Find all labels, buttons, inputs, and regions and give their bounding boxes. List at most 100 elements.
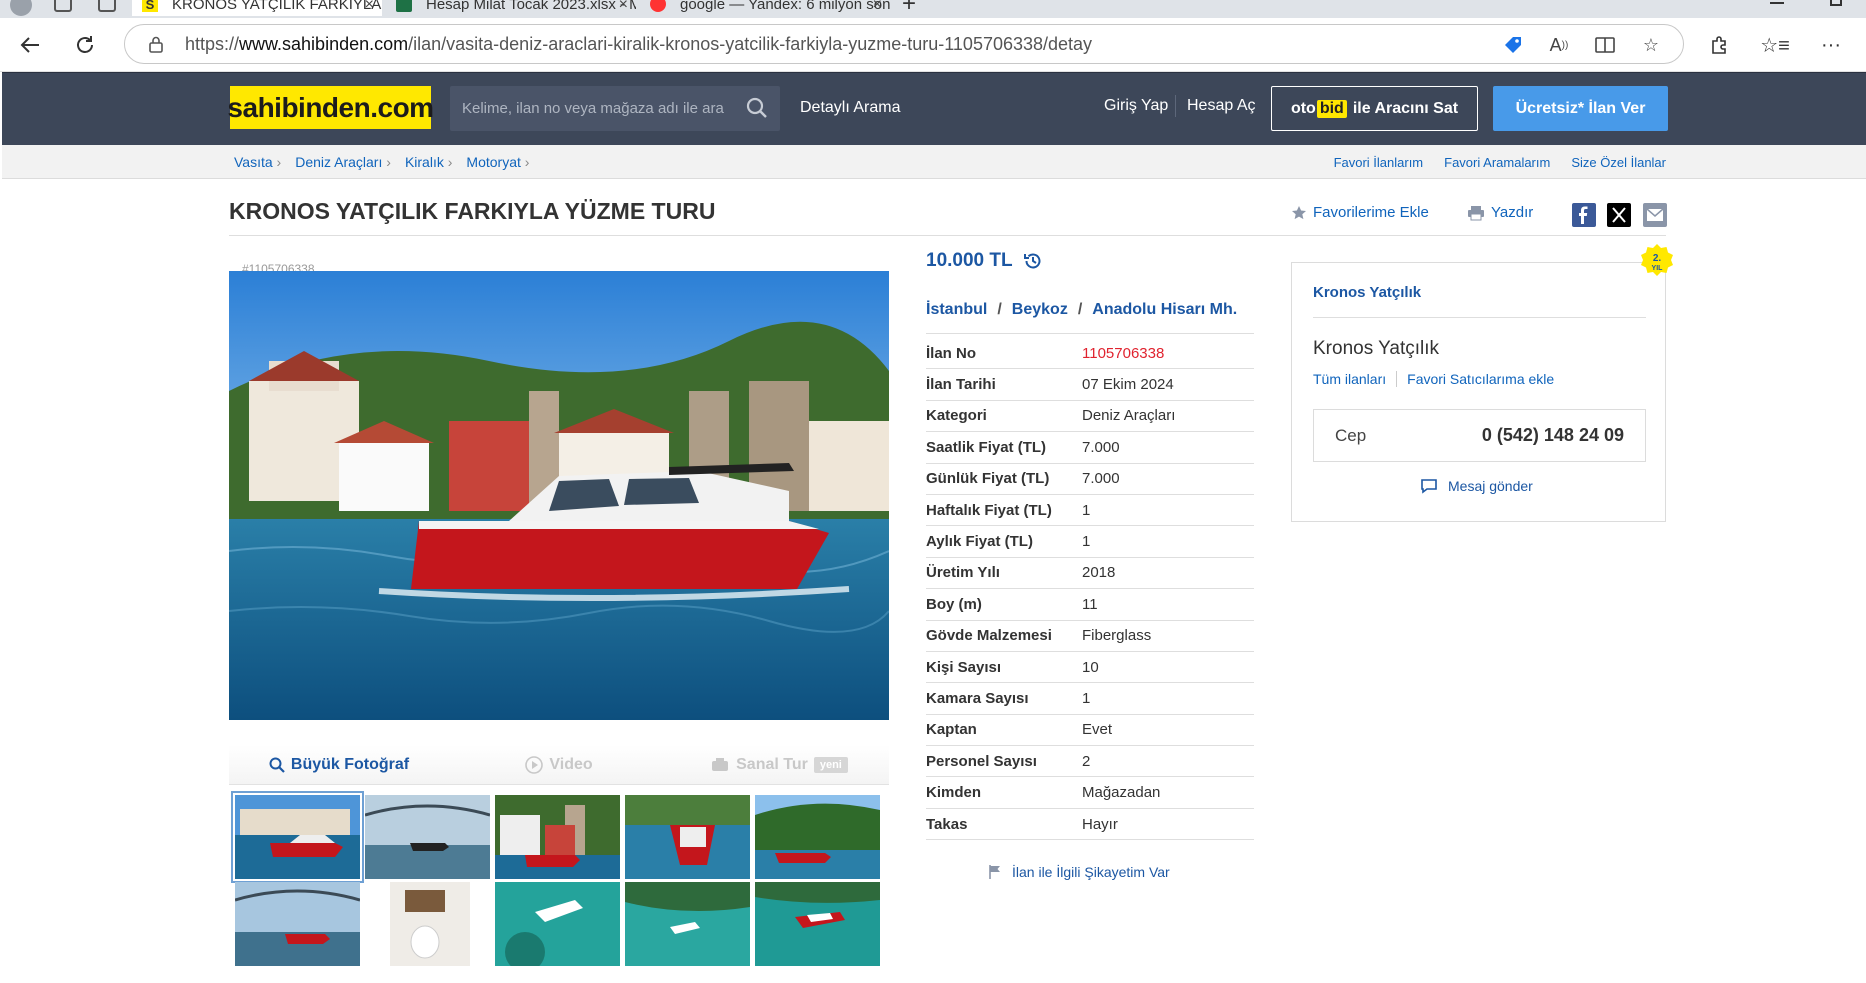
virtual-tour-label: Sanal Tur <box>736 755 808 773</box>
thumbnail[interactable] <box>495 795 620 879</box>
big-photo-tab[interactable]: Büyük Fotoğraf <box>229 745 449 784</box>
login-link[interactable]: Giriş Yap <box>1104 97 1168 115</box>
thumbnail[interactable] <box>625 795 750 879</box>
spec-row: Haftalık Fiyat (TL) 1 <box>926 495 1254 527</box>
report-ad-link[interactable]: İlan ile İlgili Şikayetim Var <box>988 864 1170 880</box>
spec-value: Mağazadan <box>1082 784 1161 802</box>
membership-year-badge: 2. YIL <box>1638 243 1676 281</box>
seller-box: Kronos Yatçılık Kronos Yatçılık Tüm ilan… <box>1291 262 1666 522</box>
location-city[interactable]: İstanbul <box>926 301 987 319</box>
post-free-ad-button[interactable]: Ücretsiz* İlan Ver <box>1493 86 1668 131</box>
favorites-list-icon[interactable]: ☆≡ <box>1760 30 1790 60</box>
favorite-searches-link[interactable]: Favori Aramalarım <box>1423 155 1550 170</box>
report-ad-label: İlan ile İlgili Şikayetim Var <box>1012 864 1170 880</box>
big-photo-label: Büyük Fotoğraf <box>290 755 410 773</box>
all-ads-link[interactable]: Tüm ilanları <box>1313 371 1386 387</box>
close-tab-icon[interactable]: × <box>873 0 882 14</box>
breadcrumb-vasita[interactable]: Vasıta <box>234 154 281 170</box>
excel-favicon <box>396 0 412 12</box>
favorite-links: Favori İlanlarım Favori Aramalarım Size … <box>1313 155 1666 170</box>
send-message-link[interactable]: Mesaj gönder <box>1420 478 1533 494</box>
new-tab-icon[interactable]: + <box>902 0 916 18</box>
spec-key: Kamara Sayısı <box>926 689 1029 707</box>
search-icon[interactable] <box>746 97 768 119</box>
breadcrumb-kiralik[interactable]: Kiralık <box>405 154 452 170</box>
tab-excel[interactable]: Hesap Milat Tocak 2023.xlsx - Mic × <box>386 0 636 16</box>
browser-tab-strip: S KRONOS YATÇILIK FARKIYLA YÜZME TURU × … <box>0 0 1866 18</box>
thumbnail[interactable] <box>235 882 360 966</box>
thumbnail[interactable] <box>755 882 880 966</box>
restore-icon[interactable] <box>1830 0 1842 6</box>
print-label: Yazdır <box>1491 204 1534 221</box>
refresh-icon[interactable] <box>70 30 100 60</box>
title-divider <box>229 235 1666 236</box>
lock-icon[interactable] <box>147 35 165 53</box>
email-share-icon[interactable] <box>1643 203 1667 227</box>
price-value: 10.000 TL <box>926 250 1013 271</box>
video-tab[interactable]: Video <box>449 745 669 784</box>
search-input[interactable] <box>450 86 740 131</box>
sahibinden-logo[interactable]: sahibinden.com <box>227 86 434 129</box>
profile-icon[interactable] <box>10 0 32 16</box>
spec-value: Hayır <box>1082 815 1118 833</box>
shop-name-link[interactable]: Kronos Yatçılık <box>1313 284 1421 301</box>
back-arrow-icon[interactable] <box>15 30 45 60</box>
more-menu-icon[interactable]: ··· <box>1816 30 1846 60</box>
detailed-search-link[interactable]: Detaylı Arama <box>800 99 900 117</box>
location-neighborhood[interactable]: Anadolu Hisarı Mh. <box>1092 301 1237 319</box>
extensions-icon[interactable] <box>1704 30 1734 60</box>
tab-kronos[interactable]: S KRONOS YATÇILIK FARKIYLA YÜZME TURU × <box>132 0 382 16</box>
main-photo[interactable] <box>229 271 889 720</box>
spec-value: 1 <box>1082 533 1091 551</box>
tab-yandex[interactable]: google — Yandex: 6 milyon sonuç × <box>640 0 890 16</box>
favorite-ads-link[interactable]: Favori İlanlarım <box>1313 155 1424 170</box>
breadcrumb-motoryat[interactable]: Motoryat <box>466 154 529 170</box>
virtual-tour-tab[interactable]: Sanal Tur yeni <box>669 745 889 784</box>
add-favorite-button[interactable]: Favorilerime Ekle <box>1291 204 1429 221</box>
immersive-reader-icon[interactable] <box>1593 33 1617 57</box>
tab-label: Hesap Milat Tocak 2023.xlsx - Mic <box>426 0 636 13</box>
search-box <box>450 86 780 131</box>
spec-row: Gövde Malzemesi Fiberglass <box>926 621 1254 652</box>
thumbnail-grid <box>229 786 889 983</box>
star-icon <box>1292 205 1306 219</box>
thumbnail[interactable] <box>625 882 750 966</box>
spec-row: Günlük Fiyat (TL) 7.000 <box>926 464 1254 495</box>
thumbnail[interactable] <box>231 791 364 883</box>
breadcrumb-deniz-araclari[interactable]: Deniz Araçları <box>295 154 391 170</box>
phone-number[interactable]: 0 (542) 148 24 09 <box>1482 425 1624 446</box>
spec-row: Üretim Yılı 2018 <box>926 558 1254 590</box>
read-aloud-icon[interactable]: A)) <box>1547 33 1571 57</box>
workspaces-icon[interactable] <box>54 0 72 12</box>
spec-key: Kimden <box>926 784 982 802</box>
thumbnail[interactable] <box>365 795 490 879</box>
close-tab-icon[interactable]: × <box>619 0 628 14</box>
tab-actions-icon[interactable] <box>98 0 116 12</box>
close-tab-icon[interactable]: × <box>365 0 374 14</box>
add-favorite-seller-link[interactable]: Favori Satıcılarıma ekle <box>1407 371 1554 387</box>
thumbnail[interactable] <box>495 882 620 966</box>
register-link[interactable]: Hesap Aç <box>1187 97 1255 115</box>
tab-label: KRONOS YATÇILIK FARKIYLA YÜZME TURU <box>172 0 382 13</box>
otobid-sell-button[interactable]: oto bid ile Aracını Sat <box>1271 86 1478 131</box>
minimize-icon[interactable] <box>1770 2 1784 4</box>
personal-ads-link[interactable]: Size Özel İlanlar <box>1550 155 1666 170</box>
spec-value: 2018 <box>1082 564 1116 582</box>
url-text[interactable]: https://www.sahibinden.com/ilan/vasita-d… <box>185 34 1092 55</box>
print-button[interactable]: Yazdır <box>1467 204 1533 221</box>
thumbnail[interactable] <box>365 882 490 966</box>
price-history-icon[interactable] <box>1023 251 1043 271</box>
address-bar[interactable]: https://www.sahibinden.com/ilan/vasita-d… <box>124 24 1684 64</box>
coupon-tag-icon[interactable] <box>1501 33 1525 57</box>
spec-value: 07 Ekim 2024 <box>1082 376 1174 394</box>
spec-row: İlan Tarihi 07 Ekim 2024 <box>926 369 1254 401</box>
thumbnail[interactable] <box>755 795 880 879</box>
spec-value: Fiberglass <box>1082 627 1152 645</box>
favorite-star-icon[interactable]: ☆ <box>1639 33 1663 57</box>
seller-divider <box>1313 317 1646 318</box>
spec-value: 7.000 <box>1082 470 1120 488</box>
location-district[interactable]: Beykoz <box>1012 301 1068 319</box>
x-share-icon[interactable] <box>1607 203 1631 227</box>
spec-key: Saatlik Fiyat (TL) <box>926 438 1047 456</box>
facebook-share-icon[interactable] <box>1572 203 1596 227</box>
